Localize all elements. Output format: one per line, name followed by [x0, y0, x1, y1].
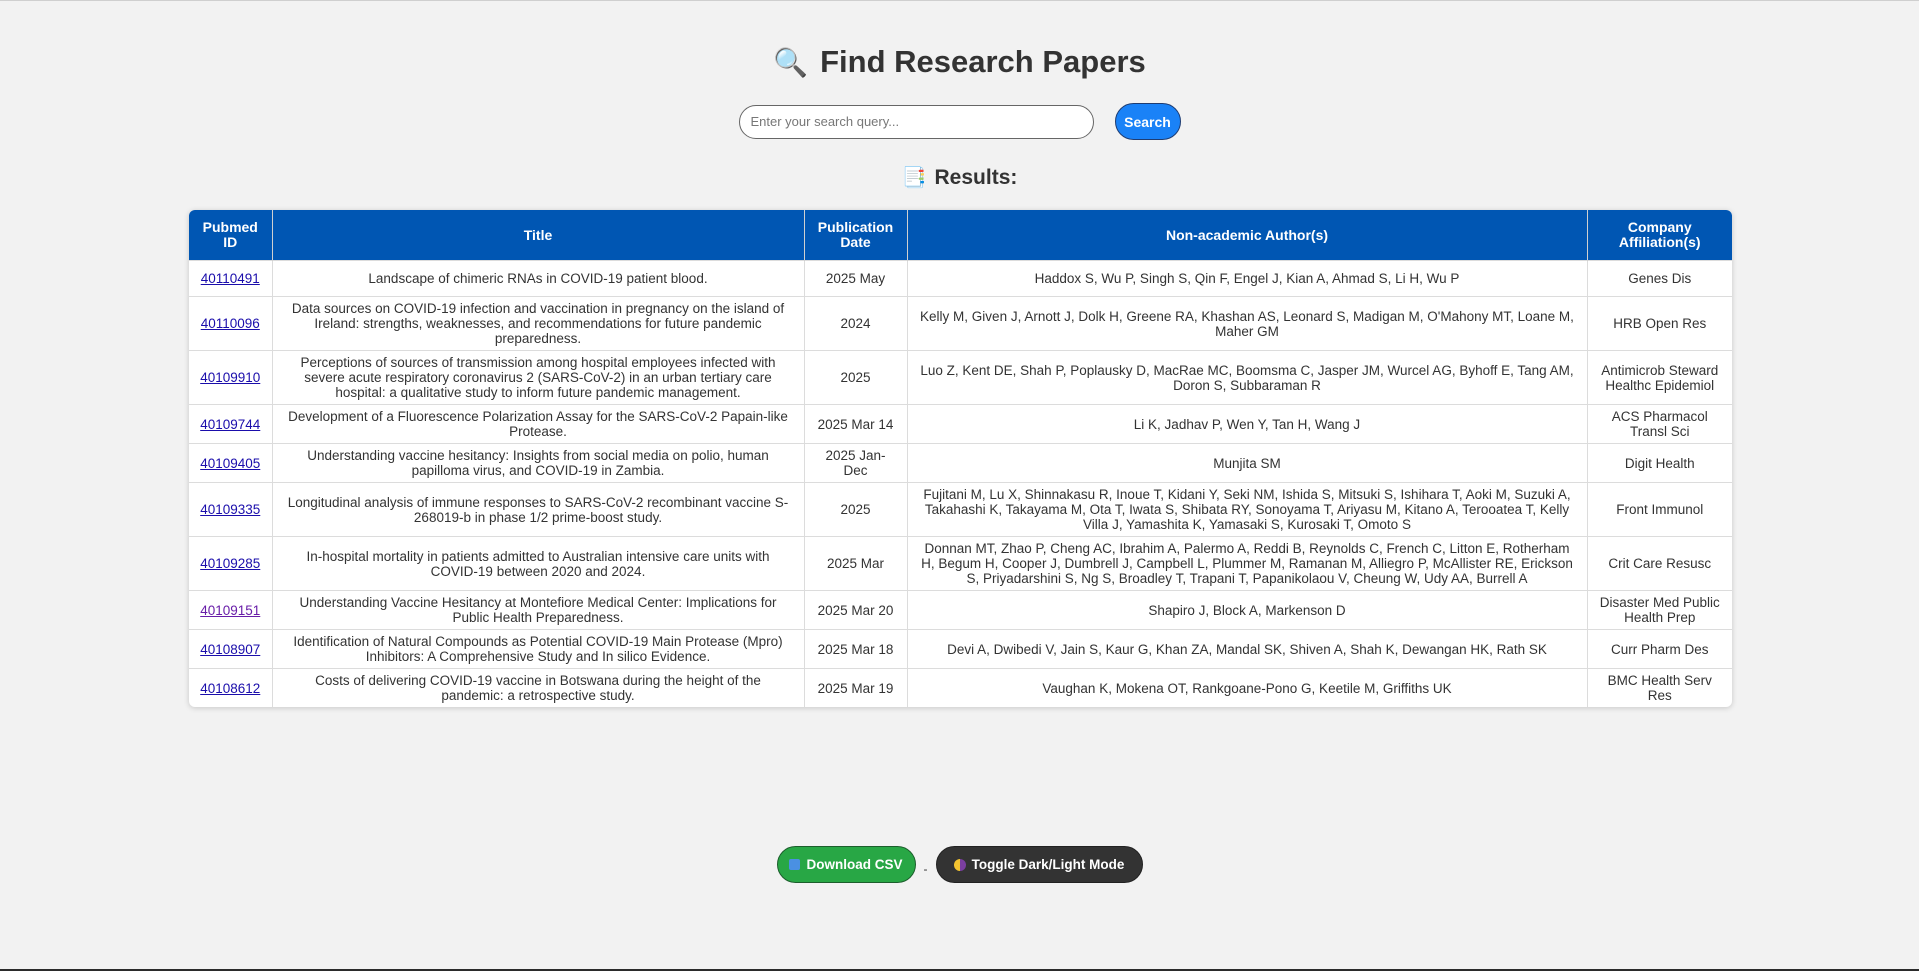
cell-authors: Fujitani M, Lu X, Shinnakasu R, Inoue T,… — [907, 482, 1588, 537]
cell-company: Crit Care Resusc — [1587, 536, 1732, 591]
pubmed-link[interactable]: 40110491 — [201, 271, 260, 286]
download-csv-label: Download CSV — [806, 857, 903, 872]
cell-date: 2025 — [804, 350, 908, 405]
column-header-company: Company Affiliation(s) — [1587, 210, 1732, 261]
page-title-text: Find Research Papers — [820, 44, 1146, 79]
pubmed-link[interactable]: 40109335 — [200, 502, 260, 517]
download-csv-button[interactable]: Download CSV — [776, 846, 916, 883]
table-row: 40109335 Longitudinal analysis of immune… — [189, 482, 1732, 537]
cell-company: Front Immunol — [1587, 482, 1732, 537]
cell-date: 2025 Mar 19 — [804, 668, 908, 707]
table-row: 40108612 Costs of delivering COVID-19 va… — [189, 668, 1732, 707]
top-border — [0, 0, 1919, 1]
cell-authors: Kelly M, Given J, Arnott J, Dolk H, Gree… — [907, 296, 1588, 351]
cell-authors: Haddox S, Wu P, Singh S, Qin F, Engel J,… — [907, 260, 1588, 297]
cell-company: Curr Pharm Des — [1587, 629, 1732, 669]
cell-authors: Devi A, Dwibedi V, Jain S, Kaur G, Khan … — [907, 629, 1588, 669]
table-row: 40109285 In-hospital mortality in patien… — [189, 536, 1732, 591]
cell-authors: Luo Z, Kent DE, Shah P, Poplausky D, Mac… — [907, 350, 1588, 405]
toggle-theme-button[interactable]: Toggle Dark/Light Mode — [935, 846, 1143, 883]
results-heading-text: Results: — [934, 165, 1018, 189]
cell-company: HRB Open Res — [1587, 296, 1732, 351]
table-row: 40110491 Landscape of chimeric RNAs in C… — [189, 260, 1732, 297]
cell-title: Development of a Fluorescence Polarizati… — [272, 404, 805, 444]
cell-date: 2025 Mar — [804, 536, 908, 591]
cell-date: 2024 — [804, 296, 908, 351]
cell-title: Understanding Vaccine Hesitancy at Monte… — [272, 590, 805, 630]
cell-title: In-hospital mortality in patients admitt… — [272, 536, 805, 591]
table-row: 40109405 Understanding vaccine hesitancy… — [189, 443, 1732, 483]
cell-title: Longitudinal analysis of immune response… — [272, 482, 805, 537]
pubmed-link[interactable]: 40109285 — [200, 556, 260, 571]
results-table-container: Pubmed ID Title Publication Date Non-aca… — [189, 210, 1732, 707]
table-row: 40108907 Identification of Natural Compo… — [189, 629, 1732, 669]
button-separator: - — [923, 861, 928, 876]
cell-date: 2025 May — [804, 260, 908, 297]
cell-company: ACS Pharmacol Transl Sci — [1587, 404, 1732, 444]
action-bar: Download CSV - Toggle Dark/Light Mode — [0, 846, 1919, 883]
column-header-publication-date: Publication Date — [804, 210, 908, 261]
magnifier-icon: 🔍 — [773, 46, 809, 78]
cell-pubmed-id: 40109285 — [189, 536, 273, 591]
pubmed-link[interactable]: 40109405 — [200, 456, 260, 471]
column-header-pubmed-id: Pubmed ID — [189, 210, 273, 261]
cell-title: Identification of Natural Compounds as P… — [272, 629, 805, 669]
search-button[interactable]: Search — [1114, 103, 1181, 140]
cell-title: Perceptions of sources of transmission a… — [272, 350, 805, 405]
cell-date: 2025 Mar 18 — [804, 629, 908, 669]
pubmed-link[interactable]: 40108907 — [200, 642, 260, 657]
pubmed-link[interactable]: 40109910 — [200, 370, 260, 385]
cell-pubmed-id: 40109405 — [189, 443, 273, 483]
cell-pubmed-id: 40108612 — [189, 668, 273, 707]
pubmed-link[interactable]: 40108612 — [200, 681, 260, 696]
cell-pubmed-id: 40109151 — [189, 590, 273, 630]
cell-title: Costs of delivering COVID-19 vaccine in … — [272, 668, 805, 707]
cell-company: Antimicrob Steward Healthc Epidemiol — [1587, 350, 1732, 405]
cell-date: 2025 Mar 20 — [804, 590, 908, 630]
table-row: 40110096 Data sources on COVID-19 infect… — [189, 296, 1732, 351]
csv-file-icon — [789, 859, 801, 870]
table-row: 40109910 Perceptions of sources of trans… — [189, 350, 1732, 405]
pubmed-link[interactable]: 40109151 — [200, 603, 260, 618]
column-header-authors: Non-academic Author(s) — [907, 210, 1588, 261]
cell-company: BMC Health Serv Res — [1587, 668, 1732, 707]
results-table: Pubmed ID Title Publication Date Non-aca… — [189, 210, 1732, 707]
cell-title: Landscape of chimeric RNAs in COVID-19 p… — [272, 260, 805, 297]
cell-pubmed-id: 40110096 — [189, 296, 273, 351]
cell-date: 2025 Mar 14 — [804, 404, 908, 444]
half-circle-icon — [953, 858, 966, 871]
cell-authors: Vaughan K, Mokena OT, Rankgoane-Pono G, … — [907, 668, 1588, 707]
cell-company: Genes Dis — [1587, 260, 1732, 297]
pubmed-link[interactable]: 40109744 — [200, 417, 260, 432]
cell-pubmed-id: 40109335 — [189, 482, 273, 537]
cell-company: Digit Health — [1587, 443, 1732, 483]
cell-authors: Shapiro J, Block A, Markenson D — [907, 590, 1588, 630]
cell-date: 2025 — [804, 482, 908, 537]
cell-pubmed-id: 40109910 — [189, 350, 273, 405]
cell-pubmed-id: 40110491 — [189, 260, 273, 297]
table-row: 40109744 Development of a Fluorescence P… — [189, 404, 1732, 444]
table-header-row: Pubmed ID Title Publication Date Non-aca… — [189, 210, 1732, 261]
toggle-theme-label: Toggle Dark/Light Mode — [971, 857, 1125, 872]
table-row: 40109151 Understanding Vaccine Hesitancy… — [189, 590, 1732, 630]
cell-pubmed-id: 40109744 — [189, 404, 273, 444]
page-title: 🔍 Find Research Papers — [0, 44, 1919, 80]
page-icon: 📑 — [901, 167, 927, 189]
search-bar: Search — [0, 103, 1919, 140]
column-header-title: Title — [272, 210, 805, 261]
cell-authors: Donnan MT, Zhao P, Cheng AC, Ibrahim A, … — [907, 536, 1588, 591]
cell-date: 2025 Jan-Dec — [804, 443, 908, 483]
pubmed-link[interactable]: 40110096 — [201, 316, 260, 331]
search-input[interactable] — [738, 104, 1094, 139]
cell-title: Data sources on COVID-19 infection and v… — [272, 296, 805, 351]
cell-title: Understanding vaccine hesitancy: Insight… — [272, 443, 805, 483]
cell-company: Disaster Med Public Health Prep — [1587, 590, 1732, 630]
results-heading: 📑 Results: — [0, 165, 1919, 190]
cell-pubmed-id: 40108907 — [189, 629, 273, 669]
cell-authors: Munjita SM — [907, 443, 1588, 483]
cell-authors: Li K, Jadhav P, Wen Y, Tan H, Wang J — [907, 404, 1588, 444]
